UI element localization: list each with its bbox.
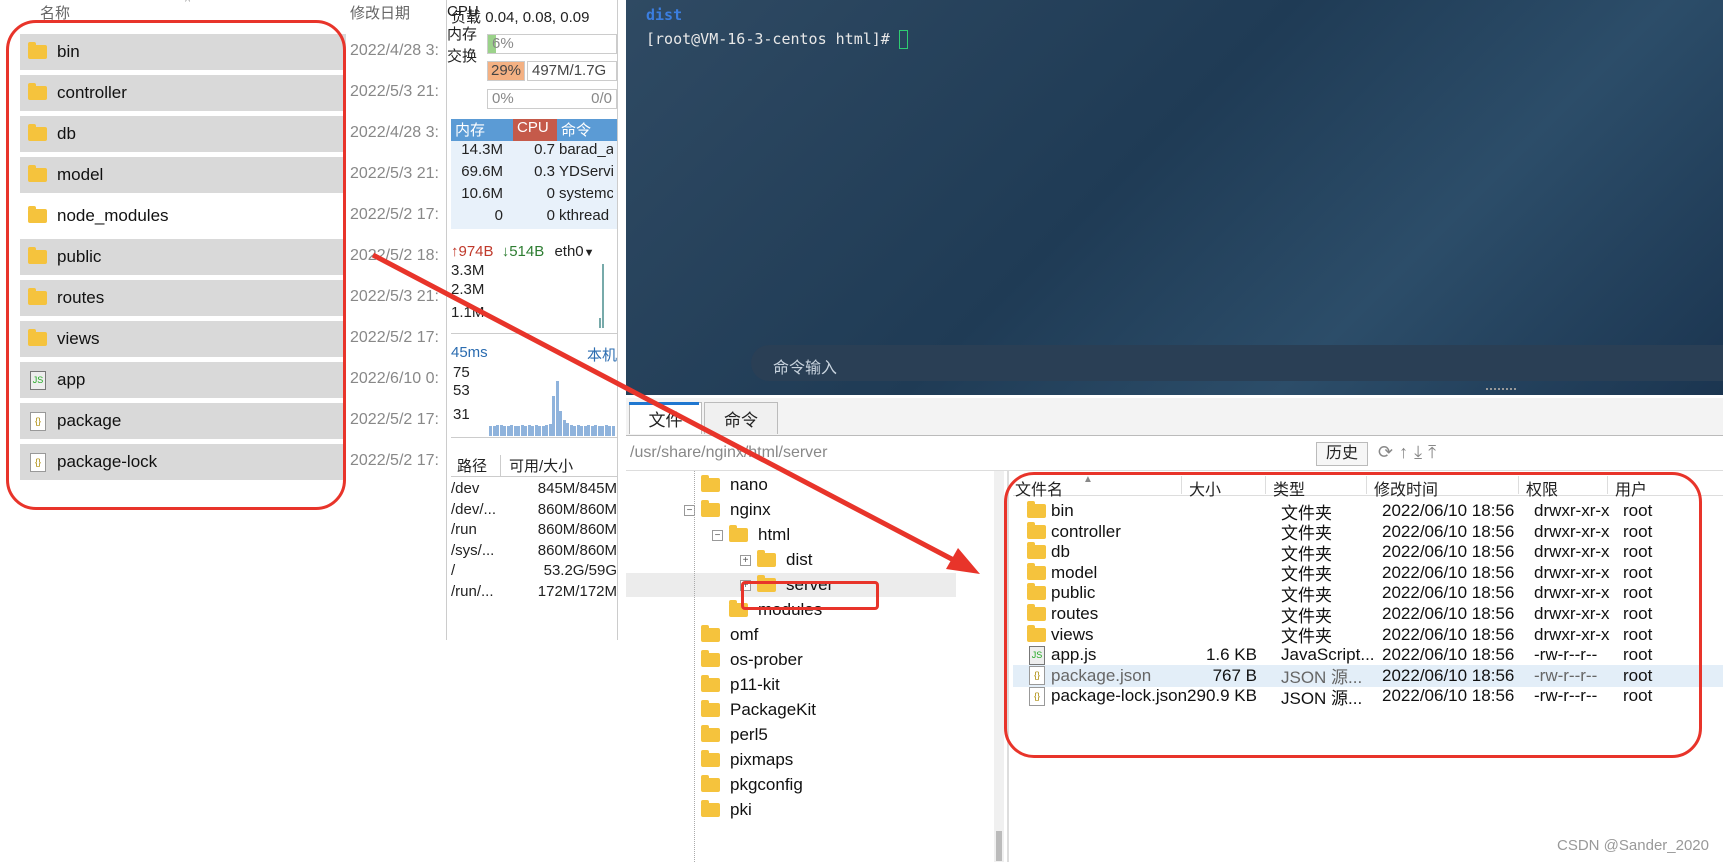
arrow-head (946, 548, 980, 574)
annotation-arrow (371, 252, 980, 574)
arrow-line (371, 252, 967, 569)
watermark: CSDN @Sander_2020 (1557, 837, 1709, 854)
